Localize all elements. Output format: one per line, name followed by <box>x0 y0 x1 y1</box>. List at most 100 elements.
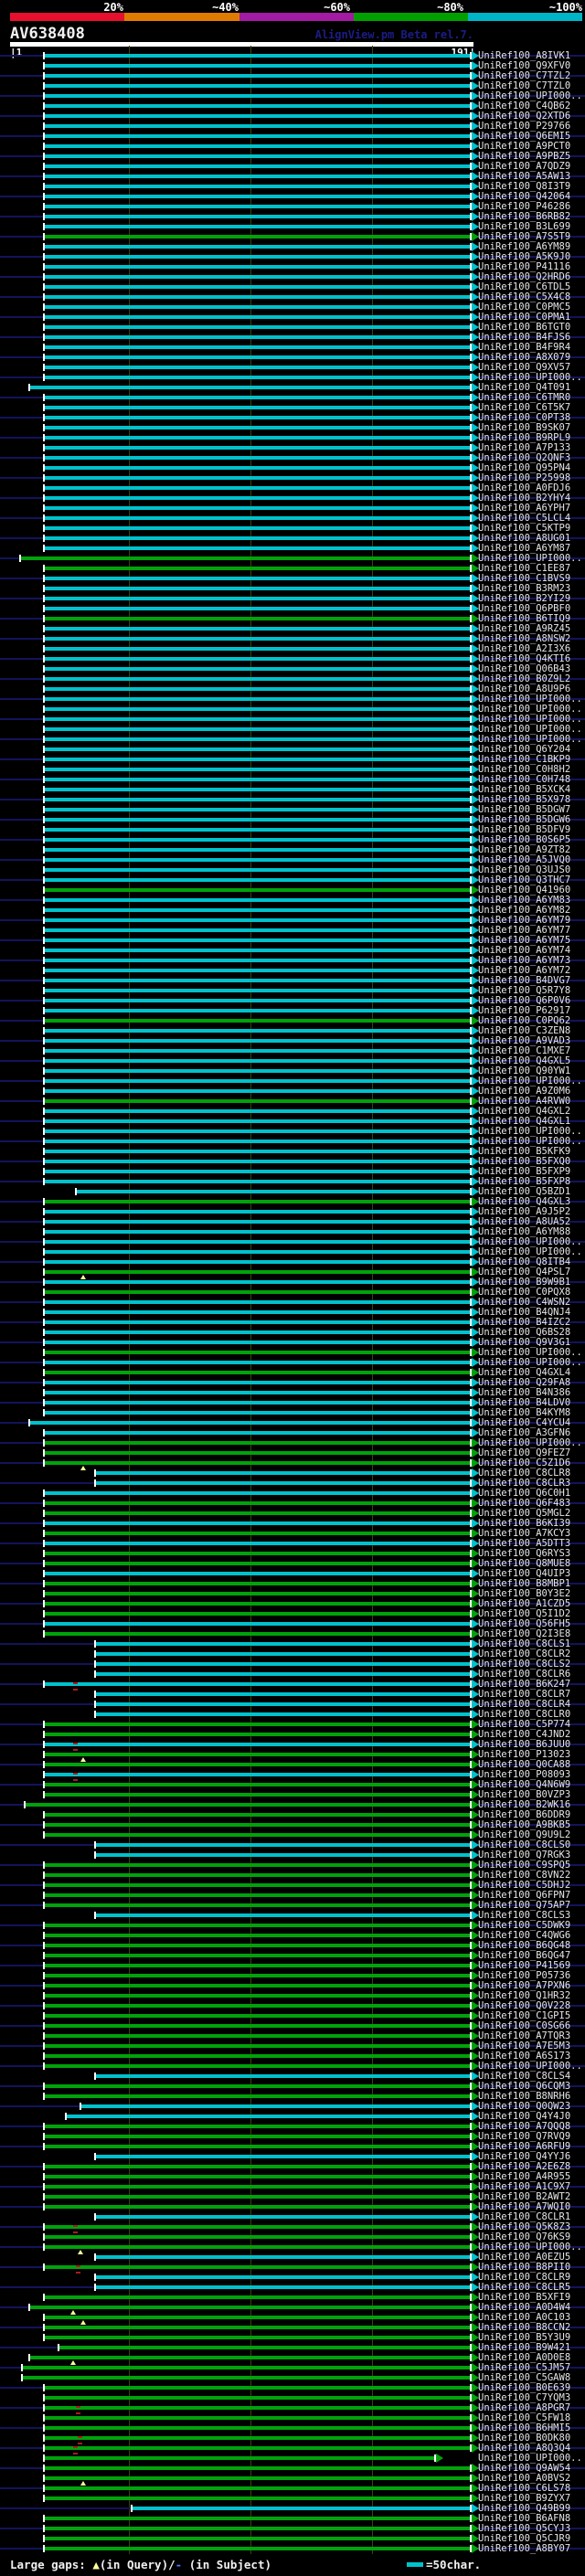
alignment-start-tick <box>43 1027 46 1034</box>
alignment-bar <box>44 1944 472 1947</box>
alignment-bar <box>44 677 472 681</box>
alignment-bar <box>44 1893 472 1897</box>
alignment-start-tick <box>43 806 46 813</box>
alignment-start-tick <box>43 1349 46 1356</box>
alignment-start-tick <box>43 826 46 833</box>
alignment-bar <box>44 2406 472 2410</box>
subject-gap-marker <box>73 2446 79 2454</box>
alignment-bar <box>44 1119 472 1123</box>
alignment-bar <box>44 215 472 218</box>
alignment-bar <box>44 2195 472 2199</box>
alignment-bar <box>44 1793 472 1797</box>
alignment-bar <box>44 325 472 329</box>
alignment-bar <box>44 868 472 872</box>
alignment-start-tick <box>130 2505 133 2512</box>
alignment-bar <box>94 1662 472 1666</box>
alignment-start-tick <box>43 1439 46 1447</box>
alignment-bar <box>44 1602 472 1606</box>
alignment-start-tick <box>93 1479 96 1487</box>
alignment-start-tick <box>43 464 46 472</box>
alignment-bar <box>44 1290 472 1294</box>
alignment-start-tick <box>43 927 46 934</box>
alignment-start-tick <box>23 1801 26 1808</box>
alignment-bar <box>44 989 472 992</box>
alignment-bar <box>94 2215 472 2219</box>
alignment-bar <box>44 305 472 309</box>
alignment-start-tick <box>43 1087 46 1095</box>
alignment-bar <box>44 1572 472 1575</box>
alignment-bar <box>44 2547 472 2550</box>
alignment-start-tick <box>43 2002 46 2009</box>
alignment-bar <box>44 1783 472 1786</box>
alignment-start-tick <box>43 1680 46 1688</box>
alignment-start-tick <box>43 2454 46 2462</box>
alignment-bar <box>44 747 472 751</box>
alignment-bar <box>44 1552 472 1555</box>
alignment-start-tick <box>43 1258 46 1266</box>
alignment-bar <box>44 1763 472 1766</box>
alignment-start-tick <box>43 1791 46 1798</box>
alignment-bar <box>44 1532 472 1535</box>
alignment-bar <box>44 758 472 761</box>
alignment-start-tick <box>43 2465 46 2472</box>
alignment-bar <box>44 1310 472 1314</box>
alignment-start-tick <box>43 1268 46 1276</box>
alignment-bar <box>44 1903 472 1907</box>
alignment-start-tick <box>43 2083 46 2090</box>
alignment-bar <box>44 1431 472 1435</box>
alignment-bar <box>44 2316 472 2319</box>
alignment-bar <box>44 255 472 259</box>
alignment-start-tick <box>43 2022 46 2030</box>
query-gap-marker <box>80 2320 86 2325</box>
alignment-bar <box>44 1200 472 1203</box>
alignment-start-tick <box>43 2475 46 2482</box>
alignment-bar <box>44 2416 472 2420</box>
alignment-bar <box>94 1692 472 1696</box>
legend-query-label: (in Query)/ <box>99 2558 176 2571</box>
alignment-start-tick <box>43 404 46 411</box>
alignment-bar <box>44 315 472 319</box>
alignment-bar <box>44 717 472 721</box>
alignment-bar <box>94 1672 472 1676</box>
alignment-start-tick <box>43 1982 46 1989</box>
alignment-bar <box>44 1140 472 1143</box>
alignment-start-tick <box>43 615 46 622</box>
alignment-start-tick <box>43 243 46 250</box>
alignment-start-tick <box>43 2314 46 2321</box>
alignment-bar <box>44 979 472 982</box>
alignment-bar <box>44 908 472 912</box>
alignment-start-tick <box>93 1851 96 1859</box>
alignment-start-tick <box>43 1108 46 1115</box>
alignment-bar <box>44 185 472 188</box>
alignment-bar <box>44 245 472 249</box>
alignment-start-tick <box>43 293 46 301</box>
alignment-bar <box>131 2507 472 2510</box>
alignment-bar <box>44 2014 472 2018</box>
alignment-start-tick <box>43 1158 46 1165</box>
alignment-start-tick <box>43 575 46 582</box>
alignment-start-tick <box>43 1590 46 1597</box>
alignment-bar <box>44 134 472 138</box>
alignment-arrow <box>435 2454 443 2463</box>
alignment-start-tick <box>43 2133 46 2140</box>
alignment-start-tick <box>43 163 46 170</box>
alignment-start-tick <box>43 1781 46 1788</box>
alignment-bar <box>94 1712 472 1716</box>
alignment-start-tick <box>43 2243 46 2251</box>
alignment-bar <box>44 1059 472 1063</box>
alignment-start-tick <box>43 434 46 441</box>
alignment-bar <box>44 1250 472 1254</box>
alignment-start-tick <box>43 2434 46 2442</box>
alignment-start-tick <box>43 313 46 321</box>
alignment-bar <box>44 124 472 128</box>
alignment-bar <box>44 114 472 118</box>
alignment-start-tick <box>43 525 46 532</box>
alignment-bar <box>94 1702 472 1706</box>
alignment-bar <box>44 1260 472 1264</box>
alignment-bar <box>44 587 472 590</box>
alignment-start-tick <box>43 1178 46 1185</box>
alignment-start-tick <box>43 1520 46 1527</box>
alignment-start-tick <box>93 2274 96 2281</box>
alignment-bar <box>44 999 472 1002</box>
alignment-start-tick <box>43 1902 46 1909</box>
